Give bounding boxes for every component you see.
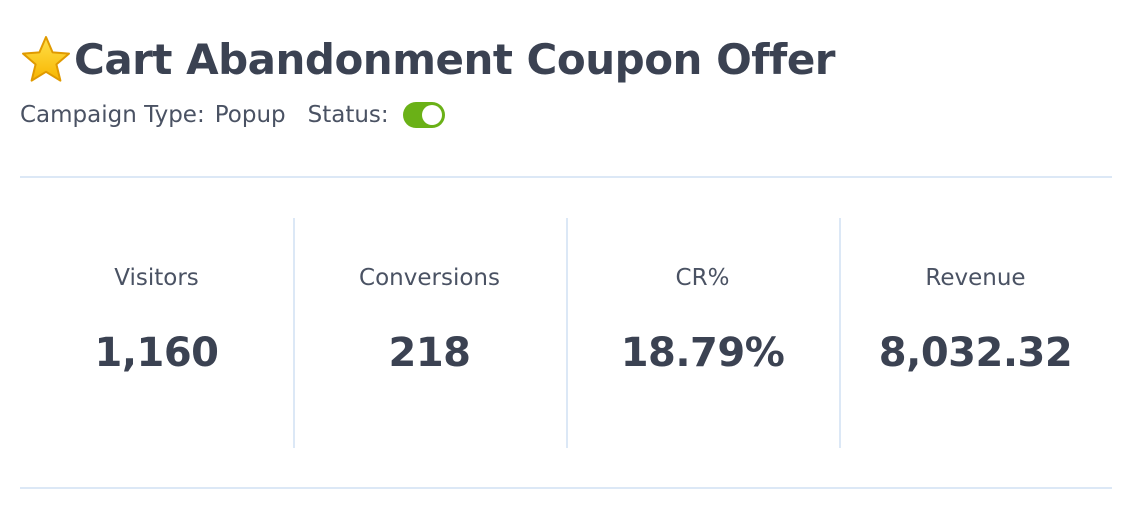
stats-panel: Visitors 1,160 Conversions 218 CR% 18.79…	[20, 218, 1112, 448]
stat-label: Revenue	[925, 265, 1026, 291]
stat-value: 1,160	[94, 330, 219, 376]
stat-revenue: Revenue 8,032.32	[839, 218, 1112, 448]
stat-cr: CR% 18.79%	[566, 218, 839, 448]
status-toggle[interactable]	[402, 102, 445, 128]
stat-label: Visitors	[114, 265, 199, 291]
page-title: Cart Abandonment Coupon Offer	[74, 35, 836, 84]
stat-value: 218	[388, 330, 472, 376]
campaign-type-label: Campaign Type:	[20, 102, 205, 128]
campaign-meta: Campaign Type: Popup Status:	[20, 98, 1122, 132]
status-toggle-knob	[421, 105, 442, 125]
stat-conversions: Conversions 218	[293, 218, 566, 448]
stat-value: 18.79%	[620, 330, 785, 376]
star-icon[interactable]	[20, 34, 72, 86]
stat-label: Conversions	[359, 265, 500, 291]
stat-label: CR%	[675, 265, 730, 291]
stat-value: 8,032.32	[878, 330, 1073, 376]
campaign-type-value: Popup	[214, 102, 286, 128]
status-label: Status:	[307, 102, 389, 128]
stat-visitors: Visitors 1,160	[20, 218, 293, 448]
title-row: Cart Abandonment Coupon Offer	[20, 30, 1122, 90]
campaign-header: Cart Abandonment Coupon Offer Campaign T…	[20, 30, 1122, 132]
divider-bottom	[20, 487, 1112, 489]
divider-top	[20, 176, 1112, 178]
